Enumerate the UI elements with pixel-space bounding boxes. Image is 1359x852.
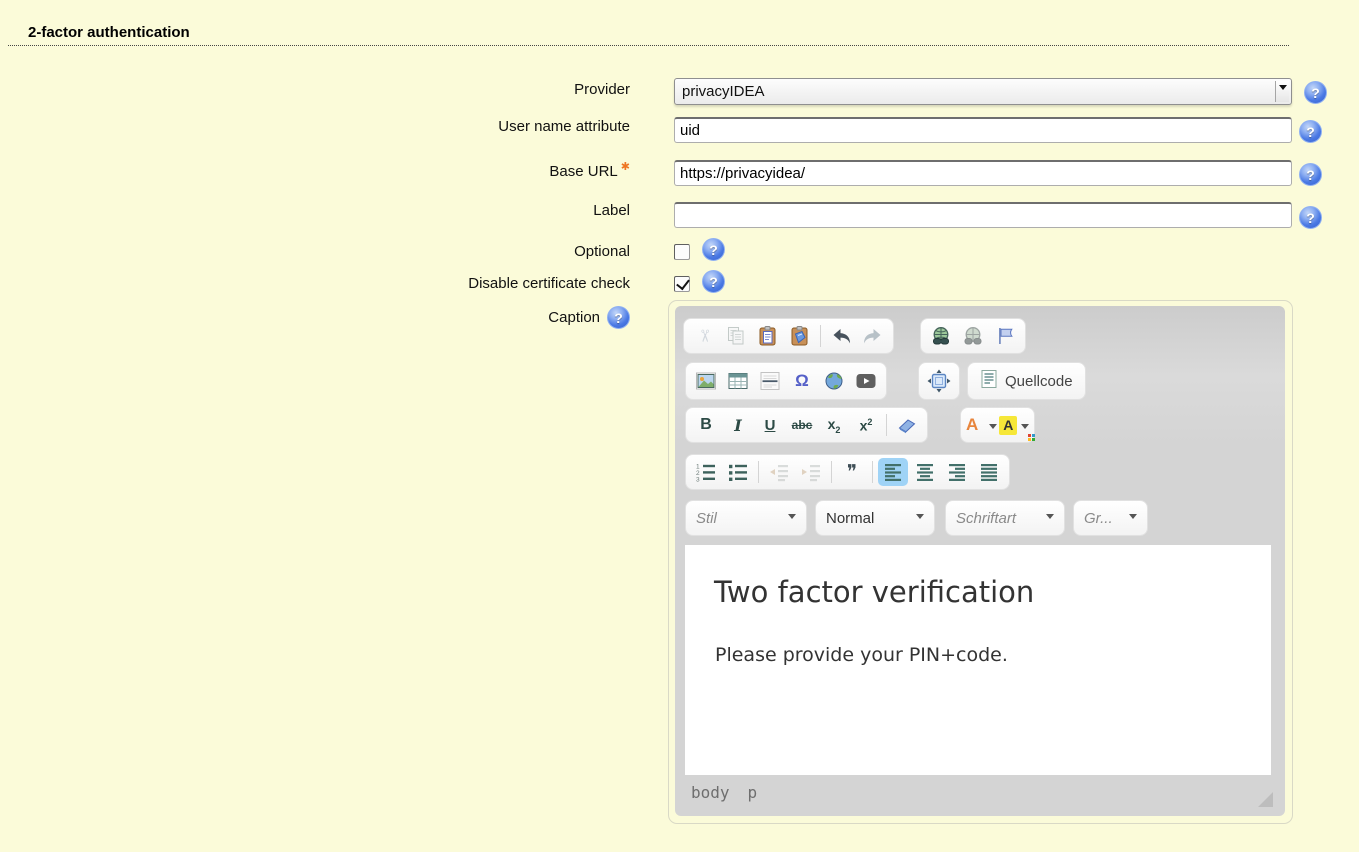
required-marker: ✱ [621,161,630,173]
bold-icon[interactable]: B [691,411,721,439]
source-button-label: Quellcode [1005,373,1073,390]
svg-text:3: 3 [696,477,700,483]
iframe-globe-icon[interactable] [819,367,849,395]
size-dropdown-value: Gr... [1084,510,1113,527]
toolbar-clipboard-group: ✂ [683,318,894,354]
text-color-icon[interactable]: A [966,411,997,439]
strikethrough-icon[interactable]: abc [787,411,817,439]
size-dropdown[interactable]: Gr... [1073,500,1148,536]
style-dropdown-value: Stil [696,510,717,527]
toolbar-basicstyles-group: B I U abc x2 x2 [685,407,928,443]
editor-chrome: ✂ [675,306,1285,816]
toolbar-insert-group: Ω [685,362,887,400]
horizontal-rule-icon[interactable] [755,367,785,395]
toolbar-separator [820,325,821,347]
youtube-icon[interactable] [851,367,881,395]
provider-label: Provider [574,81,630,98]
toolbar-separator [886,414,887,436]
anchor-flag-icon[interactable] [990,322,1020,350]
section-divider [8,24,1289,46]
background-color-icon[interactable]: A [999,411,1029,439]
editor-content-area[interactable]: Two factor verification Please provide y… [685,545,1271,775]
format-dropdown-value: Normal [826,510,874,527]
paste-icon[interactable] [753,322,783,350]
provider-select-value: privacyIDEA [682,83,765,100]
disable-certificate-check-checkbox[interactable] [674,276,690,292]
label-input[interactable] [674,202,1292,228]
underline-icon[interactable]: U [755,411,785,439]
help-icon[interactable]: ? [607,306,630,329]
optional-checkbox[interactable] [674,244,690,260]
base-url-input[interactable] [674,160,1292,186]
user-name-attribute-label: User name attribute [498,118,630,135]
toolbar-paragraph-group: 123 ❞ [685,454,1010,490]
maximize-icon[interactable] [924,367,954,395]
toolbar-maximize-group [918,362,960,400]
base-url-label: Base URL✱ [549,160,630,180]
toolbar-separator [831,461,832,483]
content-paragraph: Please provide your PIN+code. [715,644,1008,666]
caption-label: Caption [548,309,600,326]
font-dropdown[interactable]: Schriftart [945,500,1065,536]
italic-icon[interactable]: I [723,411,753,439]
optional-label: Optional [574,243,630,260]
resize-handle[interactable] [1258,792,1273,807]
numbered-list-icon[interactable]: 123 [691,458,721,486]
link-icon[interactable] [926,322,956,350]
align-justify-icon[interactable] [974,458,1004,486]
label-label: Label [593,202,630,219]
user-name-attribute-input[interactable] [674,117,1292,143]
source-icon [980,369,998,394]
image-icon[interactable] [691,367,721,395]
help-icon[interactable]: ? [702,238,725,261]
chevron-down-icon[interactable] [1275,81,1289,102]
help-icon[interactable]: ? [1299,206,1322,229]
bullet-list-icon[interactable] [723,458,753,486]
chevron-down-icon [1129,514,1137,523]
path-item-body[interactable]: body [691,783,730,802]
font-dropdown-value: Schriftart [956,510,1016,527]
undo-icon[interactable] [826,322,856,350]
color-swatch-icon [1028,434,1035,441]
toolbar-colors-group: A A [960,407,1035,443]
unlink-icon[interactable] [958,322,988,350]
toolbar-separator [758,461,759,483]
align-center-icon[interactable] [910,458,940,486]
help-icon[interactable]: ? [702,270,725,293]
chevron-down-icon [1046,514,1054,523]
superscript-icon[interactable]: x2 [851,411,881,439]
chevron-down-icon [1021,424,1029,433]
paste-from-word-icon[interactable] [785,322,815,350]
table-icon[interactable] [723,367,753,395]
blockquote-icon[interactable]: ❞ [837,458,867,486]
content-heading: Two factor verification [714,575,1034,609]
subscript-icon[interactable]: x2 [819,411,849,439]
path-item-p[interactable]: p [748,783,758,802]
special-character-icon[interactable]: Ω [787,367,817,395]
chevron-down-icon [788,514,796,523]
format-dropdown[interactable]: Normal [815,500,935,536]
toolbar-separator [872,461,873,483]
provider-select[interactable]: privacyIDEA [674,78,1292,105]
outdent-icon[interactable] [764,458,794,486]
section-title: 2-factor authentication [28,24,190,41]
chevron-down-icon [989,424,997,433]
toolbar-link-group [920,318,1026,354]
help-icon[interactable]: ? [1299,163,1322,186]
cut-icon[interactable]: ✂ [689,322,719,350]
align-right-icon[interactable] [942,458,972,486]
help-icon[interactable]: ? [1299,120,1322,143]
caption-label-row: Caption ? [548,306,630,329]
redo-icon[interactable] [858,322,888,350]
source-button[interactable]: Quellcode [967,362,1086,400]
remove-format-icon[interactable] [892,411,922,439]
align-left-icon[interactable] [878,458,908,486]
copy-icon[interactable] [721,322,751,350]
style-dropdown[interactable]: Stil [685,500,807,536]
disable-certificate-check-label: Disable certificate check [468,275,630,292]
chevron-down-icon [916,514,924,523]
indent-icon[interactable] [796,458,826,486]
help-icon[interactable]: ? [1304,81,1327,104]
element-path: body p [691,783,757,802]
